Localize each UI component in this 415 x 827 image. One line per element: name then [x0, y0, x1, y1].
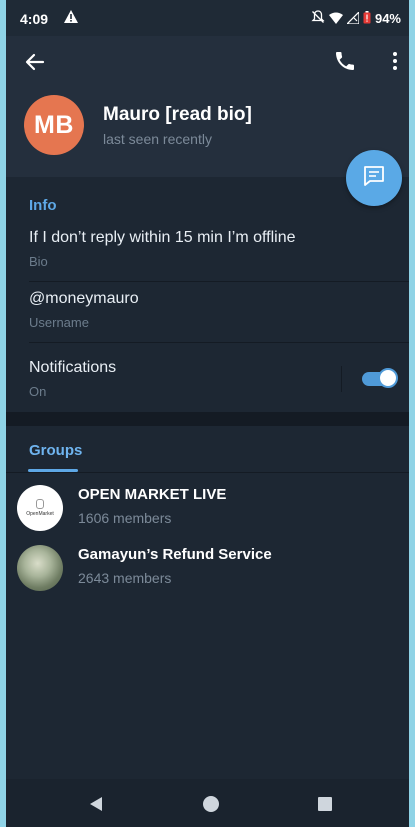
battery-icon: [363, 10, 371, 27]
openmarket-logo-icon: [36, 499, 44, 509]
message-icon: [361, 163, 387, 194]
status-bar: 4:09 94%: [6, 0, 409, 36]
username-value[interactable]: @moneymauro: [29, 290, 139, 308]
bio-value[interactable]: If I don’t reply within 15 min I’m offli…: [29, 229, 296, 247]
notifications-state: On: [29, 384, 47, 399]
warning-icon: [63, 9, 79, 27]
list-item[interactable]: Gamayun’s Refund Service 2643 members: [6, 537, 409, 597]
more-vertical-icon[interactable]: [383, 49, 407, 73]
group-avatar: OpenMarket: [17, 485, 63, 531]
battery-percent: 94%: [374, 11, 401, 26]
group-members: 1606 members: [78, 510, 172, 526]
arrow-left-icon[interactable]: [23, 50, 47, 74]
signal-icon: [345, 9, 360, 27]
status-icons: 94%: [311, 9, 401, 27]
notifications-label[interactable]: Notifications: [29, 359, 116, 377]
groups-section: Groups OpenMarket OPEN MARKET LIVE 1606 …: [6, 426, 409, 779]
section-separator: [6, 412, 409, 426]
info-title: Info: [29, 197, 57, 214]
divider: [29, 281, 409, 282]
divider: [29, 342, 409, 343]
avatar[interactable]: MB: [24, 95, 84, 155]
vertical-divider: [341, 366, 342, 392]
nav-back-icon[interactable]: [89, 796, 103, 817]
tab-divider: [6, 472, 409, 473]
status-time: 4:09: [20, 11, 49, 27]
group-name: OPEN MARKET LIVE: [78, 486, 227, 503]
group-avatar-text: OpenMarket: [26, 511, 54, 517]
info-section: Info If I don’t reply within 15 min I’m …: [6, 177, 409, 412]
nav-recents-icon[interactable]: [318, 797, 332, 811]
system-nav-bar: [6, 779, 409, 827]
toggle-knob: [378, 368, 398, 388]
group-avatar: [17, 545, 63, 591]
send-message-button[interactable]: [346, 150, 402, 206]
phone-screen: 4:09 94% MB Mauro [read bio] last seen r…: [6, 0, 409, 827]
notifications-toggle[interactable]: [362, 368, 398, 388]
profile-name: Mauro [read bio]: [103, 104, 252, 125]
tab-groups[interactable]: Groups: [29, 442, 82, 459]
bio-label: Bio: [29, 254, 48, 269]
group-name: Gamayun’s Refund Service: [78, 546, 272, 563]
wifi-icon: [328, 11, 343, 27]
notifications-off-icon: [311, 10, 325, 27]
last-seen-status: last seen recently: [103, 131, 212, 147]
profile-header: MB Mauro [read bio] last seen recently: [6, 36, 409, 177]
phone-icon[interactable]: [333, 49, 357, 73]
username-label: Username: [29, 315, 89, 330]
group-members: 2643 members: [78, 570, 172, 586]
nav-home-icon[interactable]: [203, 796, 219, 812]
list-item[interactable]: OpenMarket OPEN MARKET LIVE 1606 members: [6, 477, 409, 537]
